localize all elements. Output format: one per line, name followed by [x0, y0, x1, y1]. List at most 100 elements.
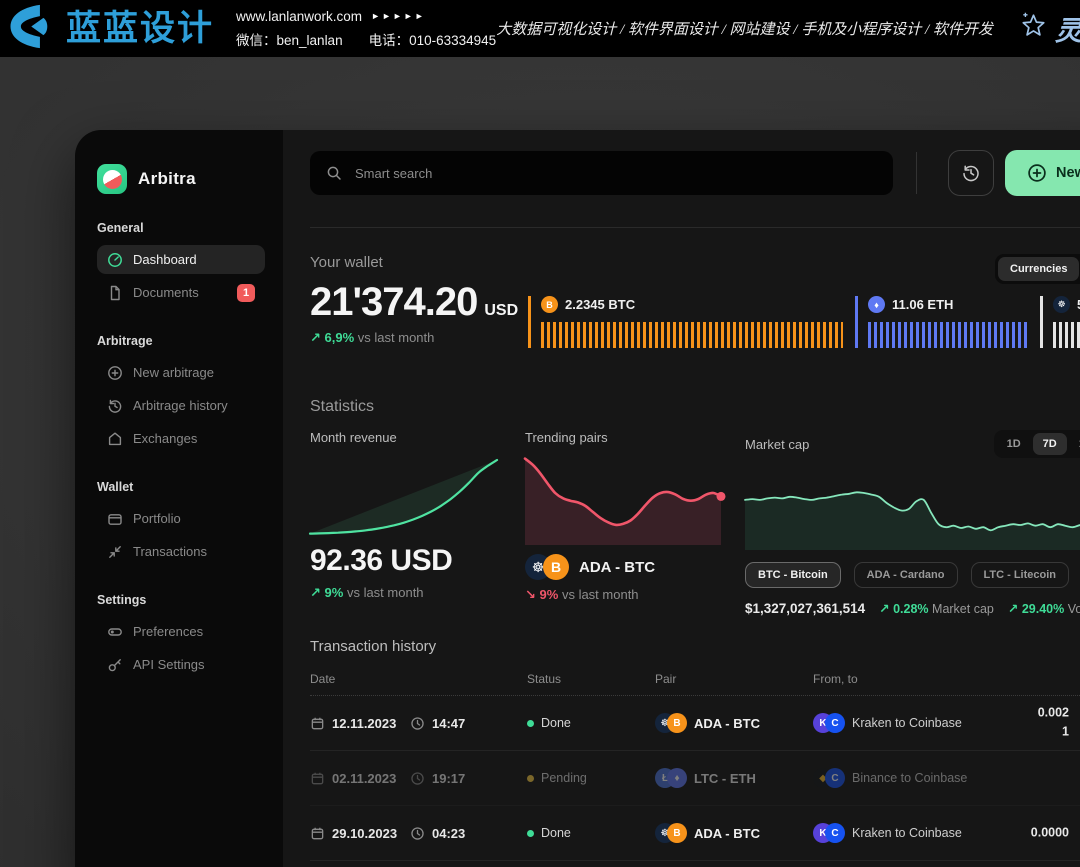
col-status: Status	[527, 672, 655, 686]
sidebar-item-transactions[interactable]: Transactions	[97, 537, 265, 566]
sidebar-item-portfolio[interactable]: Portfolio	[97, 504, 265, 533]
coin-icon-pair: KC	[813, 823, 845, 843]
search-input[interactable]	[310, 151, 893, 195]
exchange-icon	[107, 431, 123, 447]
tx-pair: Ł♦LTC - ETH	[655, 768, 813, 788]
sidebar-item-label: Portfolio	[133, 511, 181, 526]
up-arrow-icon: ↗	[310, 330, 321, 345]
clock-icon	[410, 716, 425, 731]
market-cap-card: Market cap 1D7D1M BTC - Bitcoin ADA - Car…	[745, 430, 1080, 616]
market-cap-stats: $1,327,027,361,514 ↗ 0.28% Market cap ↗ …	[745, 601, 1080, 616]
trending-pairs-chart	[525, 453, 721, 545]
transaction-row[interactable]: 12.11.202314:47Done☸BADA - BTCKCKraken t…	[310, 696, 1080, 751]
coinbase-coin-icon: C	[825, 713, 845, 733]
pair-pill-ada[interactable]: ADA - Cardano	[854, 562, 958, 588]
sidebar-item-preferences[interactable]: Preferences	[97, 617, 265, 646]
sidebar-item-exchanges[interactable]: Exchanges	[97, 424, 265, 453]
holding-ada: ☸5732.61 ADA	[1040, 296, 1080, 348]
coin-icon-pair: KC	[813, 713, 845, 733]
month-revenue-change: ↗ 9% vs last month	[310, 585, 500, 601]
tx-date: 29.10.2023	[310, 826, 410, 841]
market-cap-chart	[745, 468, 1080, 550]
tx-status: Done	[527, 826, 655, 840]
coin-icon-pair: ☸B	[655, 713, 687, 733]
transaction-row[interactable]: 29.10.202304:23Done☸BADA - BTCKCKraken t…	[310, 806, 1080, 861]
transactions-icon	[107, 544, 123, 560]
topbar: New arbitrage	[310, 150, 1080, 196]
banner-logo-group: 蓝蓝设计	[8, 4, 214, 54]
desktop-backdrop: Arbitra GeneralDashboardDocuments1Arbitr…	[0, 57, 1080, 867]
status-dot	[527, 830, 534, 837]
pair-pill-btc[interactable]: BTC - Bitcoin	[745, 562, 841, 588]
sidebar-item-arbitrage-history[interactable]: Arbitrage history	[97, 391, 265, 420]
statistics-section: Statistics Month revenue 92.36 USD ↗ 9% …	[310, 398, 1080, 616]
holding-amount: 11.06 ETH	[892, 297, 953, 312]
wallet-view-toggle: CurrenciesExchanges	[995, 254, 1080, 284]
banner-phone: 电话：010-63334945	[369, 29, 497, 49]
holding-btc: B2.2345 BTC	[528, 296, 855, 348]
history-icon	[961, 163, 981, 183]
month-revenue-card: Month revenue 92.36 USD ↗ 9% vs last mon…	[310, 430, 500, 616]
history-button[interactable]	[948, 150, 994, 196]
pair-coin-icons: ☸B	[525, 554, 569, 580]
market-cap-value: $1,327,027,361,514	[745, 601, 865, 616]
wallet-amount: 21'374.20	[310, 280, 477, 325]
tx-amount: 0.0000	[1031, 823, 1069, 842]
tx-status: Pending	[527, 771, 655, 785]
tx-date: 12.11.2023	[310, 716, 410, 731]
range-1m[interactable]: 1M	[1069, 433, 1080, 455]
sidebar-nav: GeneralDashboardDocuments1ArbitrageNew a…	[97, 221, 265, 679]
down-arrow-icon: ↘	[525, 587, 536, 602]
sidebar-item-api-settings[interactable]: API Settings	[97, 650, 265, 679]
range-toggle: 1D7D1M	[994, 430, 1080, 458]
clock-icon	[410, 771, 425, 786]
up-arrow-icon: ↗	[310, 585, 321, 600]
banner-wechat: 微信：ben_lanlan	[236, 29, 343, 49]
range-7d[interactable]: 7D	[1033, 433, 1067, 455]
coinbase-coin-icon: C	[825, 768, 845, 788]
sidebar-item-documents[interactable]: Documents1	[97, 278, 265, 307]
transaction-history-section: Transaction history Date Status Pair Fro…	[310, 638, 1080, 861]
plus-icon	[107, 365, 123, 381]
status-dot	[527, 720, 534, 727]
transaction-rows: 12.11.202314:47Done☸BADA - BTCKCKraken t…	[310, 696, 1080, 861]
new-arbitrage-button[interactable]: New arbitrage	[1005, 150, 1080, 196]
sidebar-item-dashboard[interactable]: Dashboard	[97, 245, 265, 274]
transaction-row[interactable]: 02.11.202319:17PendingŁ♦LTC - ETH◆CBinan…	[310, 751, 1080, 806]
tx-time: 14:47	[410, 716, 527, 731]
sidebar-item-new-arbitrage[interactable]: New arbitrage	[97, 358, 265, 387]
sidebar-item-label: Arbitrage history	[133, 398, 228, 413]
api-icon	[107, 657, 123, 673]
trending-pairs-card: Trending pairs ☸B ADA - BTC ↘ 9% vs last…	[525, 430, 721, 616]
sidebar-item-label: Dashboard	[133, 252, 197, 267]
market-cap-label: Market cap	[745, 437, 809, 452]
holding-bar-ticks	[1053, 322, 1080, 348]
banner-website[interactable]: www.lanlanwork.com	[236, 9, 362, 24]
market-pair-pills: BTC - Bitcoin ADA - Cardano LTC - Litecoin…	[745, 562, 1080, 588]
eth-coin-icon: ♦	[868, 296, 885, 313]
inspiration-collect[interactable]: 灵感收集	[1019, 9, 1080, 48]
holding-bar-ticks	[541, 322, 843, 348]
pair-pill-ltc[interactable]: LTC - Litecoin	[971, 562, 1070, 588]
btc-coin-icon: B	[543, 554, 569, 580]
portfolio-icon	[107, 511, 123, 527]
sidebar-section-label: Arbitrage	[97, 334, 265, 348]
search-field[interactable]	[353, 165, 877, 182]
app-brand-name: Arbitra	[138, 169, 196, 189]
statistics-title: Statistics	[310, 398, 1080, 416]
screenshot-stage: 蓝蓝设计 www.lanlanwork.com ►►►►► 微信：ben_lan…	[0, 0, 1080, 867]
col-date: Date	[310, 672, 527, 686]
btc-coin-icon: B	[541, 296, 558, 313]
calendar-icon	[310, 826, 325, 841]
wallet-title: Your wallet	[310, 254, 1080, 271]
wallet-toggle-currencies[interactable]: Currencies	[998, 257, 1079, 281]
tx-pair: ☸BADA - BTC	[655, 823, 813, 843]
range-1d[interactable]: 1D	[997, 433, 1031, 455]
wallet-section: Your wallet 21'374.20 USD ↗ 6,9% vs last…	[310, 254, 1080, 380]
preferences-icon	[107, 624, 123, 640]
sidebar-section: Settings Preferences API Settings	[97, 593, 265, 679]
status-dot	[527, 775, 534, 782]
month-revenue-label: Month revenue	[310, 430, 500, 445]
sidebar-section-label: Settings	[97, 593, 265, 607]
clock-icon	[410, 826, 425, 841]
